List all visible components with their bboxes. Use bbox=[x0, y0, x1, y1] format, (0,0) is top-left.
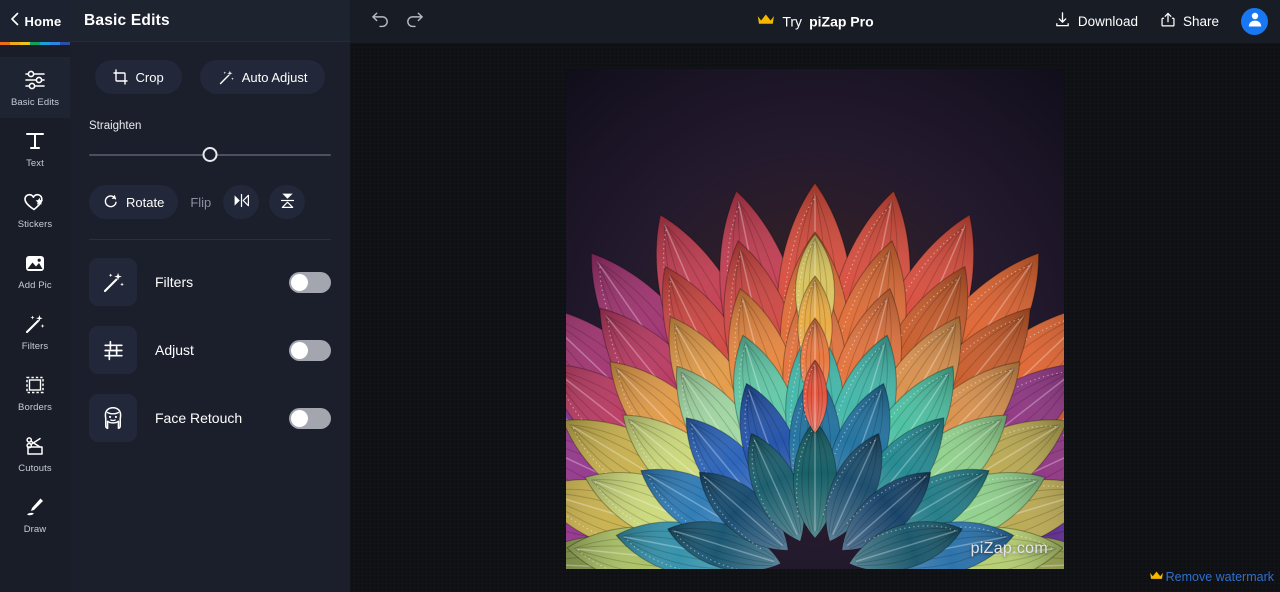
feature-label: Face Retouch bbox=[155, 410, 243, 426]
left-rail: Home Basic Edits Text Stickers Add Pic F… bbox=[0, 0, 70, 592]
toggle-knob bbox=[291, 409, 308, 427]
sidebar-item-basic-edits[interactable]: Basic Edits bbox=[0, 57, 70, 118]
magic-wand-icon bbox=[218, 69, 235, 86]
crop-autoadjust-row: Crop Auto Adjust bbox=[89, 60, 331, 94]
rail-item-list: Basic Edits Text Stickers Add Pic Filter… bbox=[0, 45, 70, 545]
frame-icon bbox=[22, 372, 48, 398]
flip-vertical-button[interactable] bbox=[269, 185, 306, 219]
redo-icon bbox=[404, 10, 425, 33]
sidebar-item-cutouts[interactable]: Cutouts bbox=[0, 423, 70, 484]
top-toolbar: Try piZap Pro Download Share bbox=[350, 0, 1280, 43]
remove-watermark-link[interactable]: Remove watermark bbox=[1149, 568, 1274, 586]
magic-wand-icon bbox=[22, 311, 48, 337]
leaf-mandala-artwork bbox=[566, 69, 1064, 569]
sidebar-item-borders[interactable]: Borders bbox=[0, 362, 70, 423]
face-icon bbox=[89, 394, 137, 442]
share-button[interactable]: Share bbox=[1160, 11, 1219, 33]
flip-vertical-icon bbox=[279, 191, 296, 213]
sliders-icon bbox=[89, 326, 137, 374]
avatar[interactable] bbox=[1241, 8, 1268, 35]
share-label: Share bbox=[1182, 14, 1219, 29]
pizap-editor: Home Basic Edits Text Stickers Add Pic F… bbox=[0, 0, 1280, 592]
crop-button-label: Crop bbox=[135, 69, 164, 85]
flip-horizontal-icon bbox=[232, 192, 251, 212]
sidebar-item-text[interactable]: Text bbox=[0, 118, 70, 179]
download-icon bbox=[1054, 11, 1071, 33]
straighten-label: Straighten bbox=[89, 120, 142, 132]
sidebar-item-label: Borders bbox=[18, 402, 52, 413]
sliders-icon bbox=[22, 67, 48, 93]
sidebar-item-add-pic[interactable]: Add Pic bbox=[0, 240, 70, 301]
auto-adjust-button-label: Auto Adjust bbox=[241, 69, 308, 85]
page-title: Basic Edits bbox=[84, 11, 170, 29]
pro-prefix: Try bbox=[782, 13, 803, 30]
crop-icon bbox=[112, 69, 129, 85]
panel-header: Basic Edits bbox=[70, 0, 350, 42]
rotate-cw-icon bbox=[103, 193, 119, 212]
user-avatar-icon bbox=[1246, 10, 1264, 33]
rotate-flip-row: Rotate Flip bbox=[89, 185, 331, 219]
basic-edits-panel: Basic Edits Crop Auto Adjust Straighten … bbox=[70, 0, 350, 592]
sidebar-item-label: Stickers bbox=[17, 219, 53, 230]
top-right-actions: Download Share bbox=[1054, 0, 1268, 43]
sidebar-item-label: Add Pic bbox=[18, 280, 52, 291]
magic-wand-icon bbox=[89, 258, 137, 306]
crown-icon bbox=[756, 12, 775, 31]
share-icon bbox=[1160, 11, 1176, 33]
adjust-toggle[interactable] bbox=[289, 339, 331, 361]
undo-icon bbox=[370, 10, 391, 33]
sidebar-item-label: Text bbox=[26, 158, 44, 169]
pro-brand: piZap Pro bbox=[809, 13, 874, 30]
toggle-knob bbox=[291, 341, 308, 359]
feature-label: Adjust bbox=[155, 342, 194, 358]
heart-star-icon bbox=[22, 189, 48, 215]
sidebar-item-label: Draw bbox=[23, 524, 47, 535]
history-controls bbox=[350, 10, 425, 33]
feature-row-filters[interactable]: Filters bbox=[89, 254, 331, 310]
slider-knob[interactable] bbox=[202, 147, 218, 162]
editor-canvas[interactable]: piZap.com Remove watermark bbox=[350, 43, 1280, 592]
flip-label: Flip bbox=[190, 194, 212, 210]
sidebar-item-label: Cutouts bbox=[18, 463, 52, 474]
download-label: Download bbox=[1077, 14, 1138, 29]
sidebar-item-stickers[interactable]: Stickers bbox=[0, 179, 70, 240]
panel-top-section: Crop Auto Adjust Straighten Rotate Flip bbox=[70, 42, 350, 240]
home-label: Home bbox=[24, 13, 62, 29]
sidebar-item-label: Filters bbox=[21, 341, 49, 352]
undo-button[interactable] bbox=[370, 10, 391, 33]
flip-horizontal-button[interactable] bbox=[223, 185, 260, 219]
sidebar-item-label: Basic Edits bbox=[10, 97, 60, 108]
crop-button[interactable]: Crop bbox=[94, 60, 182, 94]
scissors-icon bbox=[22, 433, 48, 459]
sidebar-item-filters[interactable]: Filters bbox=[0, 301, 70, 362]
auto-adjust-button[interactable]: Auto Adjust bbox=[199, 60, 326, 94]
feature-row-adjust[interactable]: Adjust bbox=[89, 322, 331, 378]
main-area: Try piZap Pro Download Share piZap.com R… bbox=[350, 0, 1280, 592]
sidebar-item-draw[interactable]: Draw bbox=[0, 484, 70, 545]
rotate-button[interactable]: Rotate bbox=[89, 185, 179, 219]
redo-button[interactable] bbox=[404, 10, 425, 33]
feature-row-face-retouch[interactable]: Face Retouch bbox=[89, 390, 331, 446]
home-button[interactable]: Home bbox=[0, 0, 70, 42]
try-pizap-pro-button[interactable]: Try piZap Pro bbox=[756, 12, 874, 31]
crown-icon bbox=[1149, 568, 1164, 586]
image-icon bbox=[22, 250, 48, 276]
rotate-button-label: Rotate bbox=[126, 194, 165, 210]
remove-watermark-label: Remove watermark bbox=[1165, 570, 1274, 584]
edited-photo[interactable]: piZap.com bbox=[566, 69, 1064, 569]
download-button[interactable]: Download bbox=[1054, 11, 1138, 33]
toggle-knob bbox=[291, 273, 308, 291]
filters-toggle[interactable] bbox=[289, 271, 331, 293]
pen-icon bbox=[22, 494, 48, 520]
feature-list: Filters Adjust Face Retouch bbox=[70, 240, 350, 446]
straighten-slider[interactable] bbox=[89, 141, 331, 169]
face-retouch-toggle[interactable] bbox=[289, 407, 331, 429]
text-t-icon bbox=[22, 128, 48, 154]
chevron-left-icon bbox=[9, 12, 20, 31]
feature-label: Filters bbox=[155, 274, 194, 290]
